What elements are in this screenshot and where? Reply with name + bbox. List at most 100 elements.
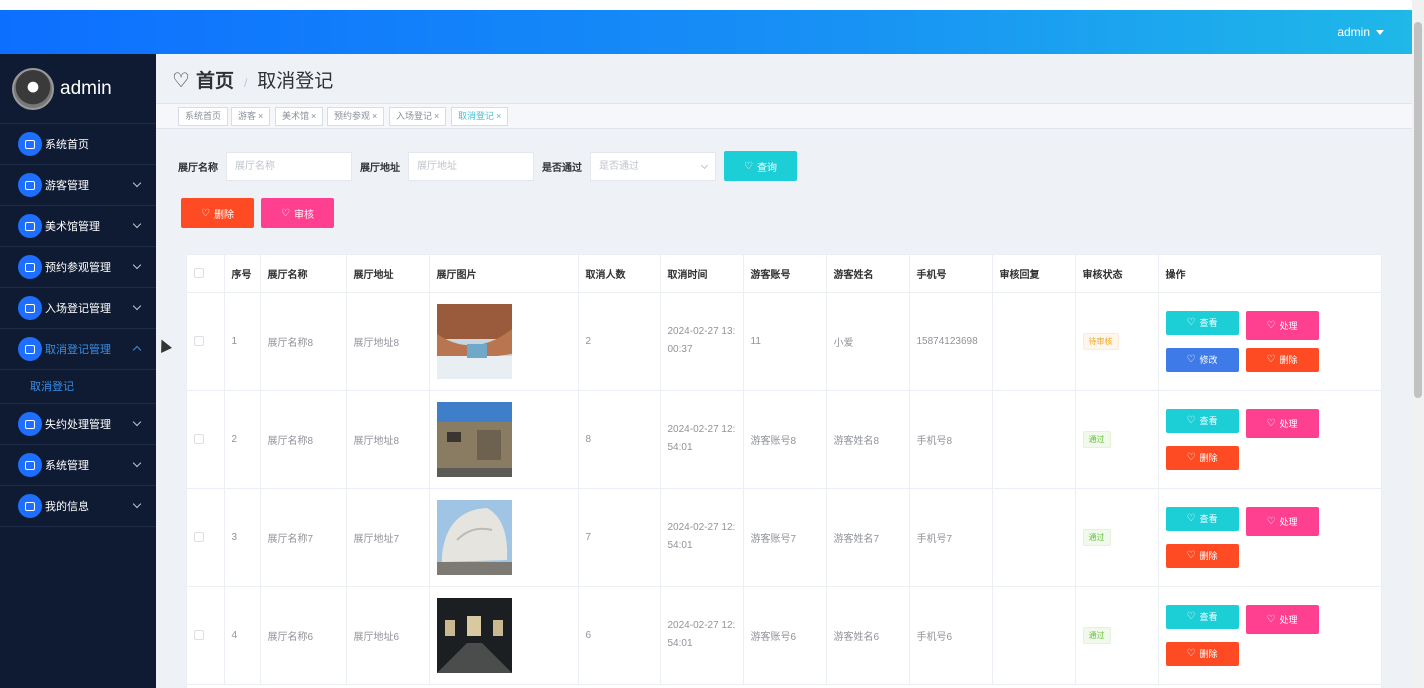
status-badge: 通过: [1082, 626, 1111, 644]
sidebar-item-gallery[interactable]: 美术馆管理: [0, 206, 156, 247]
cell-ops: ♡ 查看 ♡ 处理 ♡ 修改 ♡ 删除: [1158, 292, 1381, 391]
delete-label: 删除: [1199, 453, 1218, 463]
brand-name: admin: [60, 77, 112, 99]
sidebar-item-system[interactable]: 系统管理: [0, 445, 156, 486]
view-button[interactable]: ♡ 查看: [1165, 506, 1239, 531]
edit-label: 修改: [1199, 355, 1218, 365]
heart-icon: ♡: [281, 207, 290, 219]
delete-button[interactable]: ♡ 删除: [1165, 641, 1239, 666]
handle-button[interactable]: ♡ 处理: [1245, 408, 1319, 438]
chevron-down-icon: [132, 178, 142, 188]
row-select-cell[interactable]: [187, 586, 225, 685]
cell-visitor: 游客姓名8: [826, 390, 910, 489]
select-all-checkbox[interactable]: [194, 268, 204, 279]
cell-status: 通过: [1075, 488, 1159, 587]
page-scrollbar[interactable]: [1412, 0, 1424, 688]
handle-button[interactable]: ♡ 处理: [1245, 506, 1319, 536]
tag-visitor[interactable]: 游客 ×: [231, 107, 271, 126]
select-all-cell[interactable]: [187, 255, 225, 293]
close-icon[interactable]: ×: [311, 111, 316, 121]
search-form: 展厅名称 展厅名称 展厅地址 展厅地址 是否通过 是否通过 ♡ 查询: [178, 151, 797, 181]
view-button[interactable]: ♡ 查看: [1165, 408, 1239, 433]
cell-status: 通过: [1075, 390, 1159, 489]
hall-name-label: 展厅名称: [178, 162, 218, 174]
handle-button[interactable]: ♡ 处理: [1245, 310, 1319, 340]
row-select-cell[interactable]: [187, 488, 225, 587]
cell-hall-address: 展厅地址8: [346, 390, 430, 489]
row-checkbox[interactable]: [194, 434, 204, 444]
delete-button[interactable]: ♡ 删除: [1165, 445, 1239, 470]
chevron-down-icon: [132, 219, 142, 229]
caret-down-icon: [1376, 29, 1384, 35]
row-checkbox[interactable]: [194, 336, 204, 346]
row-checkbox[interactable]: [194, 532, 204, 542]
edit-button[interactable]: ♡ 修改: [1165, 347, 1239, 372]
tag-home[interactable]: 系统首页: [178, 107, 229, 126]
handle-button[interactable]: ♡ 处理: [1245, 604, 1319, 634]
query-button[interactable]: ♡ 查询: [724, 151, 797, 181]
row-select-cell[interactable]: [187, 292, 225, 391]
card-icon: [18, 494, 42, 518]
hall-photo: [436, 597, 512, 673]
cell-ops: ♡ 查看 ♡ 处理 ♡ 删除: [1158, 586, 1381, 685]
heart-icon: ♡: [1186, 317, 1196, 328]
hall-photo: [436, 499, 512, 575]
row-select-cell[interactable]: [187, 390, 225, 489]
tag-gallery[interactable]: 美术馆 ×: [275, 107, 324, 126]
tag-label: 美术馆: [282, 111, 310, 121]
close-icon[interactable]: ×: [372, 111, 377, 121]
delete-label: 删除: [1199, 551, 1218, 561]
sidebar-item-cancellation[interactable]: 取消登记管理: [0, 329, 156, 370]
user-menu[interactable]: admin: [1337, 25, 1384, 39]
sidebar-item-label: 系统管理: [45, 460, 89, 472]
batch-delete-button[interactable]: ♡ 删除: [181, 198, 254, 228]
monitor-icon: [18, 453, 42, 477]
pass-select-placeholder: 是否通过: [599, 160, 639, 172]
heart-icon: ♡: [1186, 611, 1196, 622]
sidebar-item-home[interactable]: 系统首页: [0, 124, 156, 165]
sidebar-item-entry[interactable]: 入场登记管理: [0, 288, 156, 329]
heart-icon: ♡: [1266, 417, 1276, 429]
chevron-down-icon: [132, 499, 142, 509]
table-header-row: 序号 展厅名称 展厅地址 展厅图片 取消人数 取消时间 游客账号 游客姓名 手机…: [187, 255, 1381, 293]
scrollbar-thumb[interactable]: [1414, 22, 1422, 398]
heart-icon: ♡: [1266, 613, 1276, 625]
audit-button[interactable]: ♡ 审核: [261, 198, 334, 228]
sidebar-item-my-info[interactable]: 我的信息: [0, 486, 156, 527]
close-icon[interactable]: ×: [434, 111, 439, 121]
sidebar-item-no-show[interactable]: 失约处理管理: [0, 404, 156, 445]
cell-hall-address: 展厅地址7: [346, 488, 430, 587]
tags-bar: 系统首页 游客 × 美术馆 × 预约参观 × 入场登记 × 取消登记 ×: [156, 103, 1412, 129]
tag-entry[interactable]: 入场登记 ×: [389, 107, 447, 126]
delete-button[interactable]: ♡ 删除: [1165, 543, 1239, 568]
tag-cancellation[interactable]: 取消登记 ×: [451, 107, 509, 126]
view-button[interactable]: ♡ 查看: [1165, 604, 1239, 629]
view-label: 查看: [1199, 416, 1218, 426]
sidebar-item-label: 游客管理: [45, 180, 89, 192]
hall-address-input[interactable]: 展厅地址: [408, 151, 534, 181]
breadcrumb-home[interactable]: 首页: [196, 66, 234, 93]
tag-reservation[interactable]: 预约参观 ×: [327, 107, 385, 126]
close-icon[interactable]: ×: [258, 111, 263, 121]
sidebar-item-reservations[interactable]: 预约参观管理: [0, 247, 156, 288]
close-icon[interactable]: ×: [496, 111, 501, 121]
row-checkbox[interactable]: [194, 630, 204, 640]
cell-visitor: 小爱: [826, 292, 910, 391]
sidebar-subitem-cancel-register[interactable]: 取消登记: [0, 370, 156, 404]
pass-select[interactable]: 是否通过: [590, 151, 716, 181]
chevron-down-icon: [132, 458, 142, 468]
cell-hall-address: 展厅地址6: [346, 586, 430, 685]
cell-no: 1: [224, 292, 261, 391]
view-button[interactable]: ♡ 查看: [1165, 310, 1239, 335]
sidebar-item-label: 失约处理管理: [45, 419, 111, 431]
cell-hall-address: 展厅地址8: [346, 292, 430, 391]
delete-button[interactable]: ♡ 删除: [1245, 347, 1319, 372]
cell-hall-image: [429, 292, 579, 391]
sidebar-item-label: 入场登记管理: [45, 303, 111, 315]
col-header: 展厅图片: [429, 255, 579, 293]
table-row: 1 展厅名称8 展厅地址8 2 2024-02-27 13:00:37 11 小…: [187, 292, 1381, 391]
sidebar-item-visitors[interactable]: 游客管理: [0, 165, 156, 206]
hall-name-input[interactable]: 展厅名称: [226, 151, 352, 181]
sidebar-item-label: 系统首页: [45, 139, 89, 151]
hall-photo: [436, 303, 512, 379]
